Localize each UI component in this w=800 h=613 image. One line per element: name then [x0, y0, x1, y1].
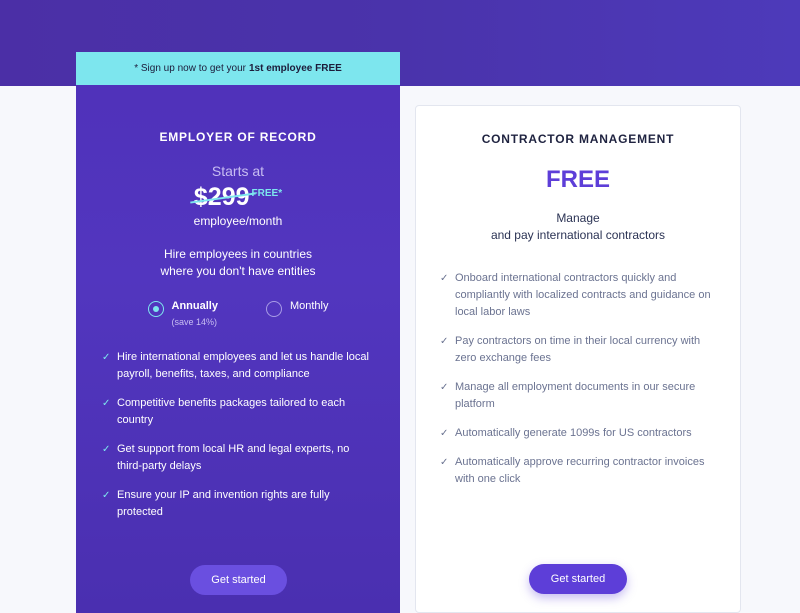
contractor-description: Manage and pay international contractors — [416, 210, 740, 244]
feature-text: Hire international employees and let us … — [117, 351, 369, 380]
check-icon: ✓ — [440, 336, 449, 347]
list-item: ✓ Onboard international contractors quick… — [440, 270, 716, 321]
list-item: ✓ Hire international employees and let us… — [102, 349, 374, 383]
eor-price-row: $299 FREE* — [76, 182, 400, 212]
check-icon: ✓ — [102, 398, 111, 409]
list-item: ✓ Manage all employment documents in our … — [440, 379, 716, 413]
contractor-description-line: and pay international contractors — [490, 228, 666, 242]
contractor-get-started-button[interactable]: Get started — [529, 564, 627, 594]
check-icon: ✓ — [440, 273, 449, 284]
radio-selected-icon[interactable] — [147, 301, 164, 317]
billing-option-monthly[interactable]: Monthly — [265, 300, 329, 327]
eor-title: EMPLOYER OF RECORD — [159, 130, 317, 144]
eor-pricing-card: * Sign up now to get your 1st employee F… — [76, 52, 400, 613]
list-item: ✓ Get support from local HR and legal exp… — [102, 441, 374, 475]
free-price-badge: FREE* — [251, 188, 283, 199]
price-unit: employee/month — [193, 214, 283, 228]
feature-text: Automatically generate 1099s for US cont… — [455, 427, 692, 439]
billing-toggle: Annually (save 14%) Monthly — [76, 300, 400, 327]
contractor-title: CONTRACTOR MANAGEMENT — [481, 132, 675, 146]
starts-at-label: Starts at — [211, 163, 265, 179]
check-icon: ✓ — [102, 352, 111, 363]
check-icon: ✓ — [102, 444, 111, 455]
contractor-description-line: Manage — [556, 211, 600, 225]
list-item: ✓ Competitive benefits packages tailored … — [102, 395, 374, 429]
check-icon: ✓ — [440, 457, 449, 468]
promo-banner-highlight: 1st employee FREE — [248, 63, 342, 74]
feature-text: Automatically approve recurring contract… — [455, 456, 705, 485]
billing-monthly-label: Monthly — [289, 300, 329, 312]
feature-text: Onboard international contractors quickl… — [455, 272, 711, 318]
feature-text: Pay contractors on time in their local c… — [455, 335, 701, 364]
check-icon: ✓ — [440, 382, 449, 393]
contractor-price: FREE — [545, 166, 610, 193]
billing-annually-label: Annually — [171, 300, 218, 312]
list-item: ✓ Automatically approve recurring contrac… — [440, 454, 716, 488]
check-icon: ✓ — [102, 490, 111, 501]
contractor-pricing-card: CONTRACTOR MANAGEMENT FREE Manage and pa… — [415, 105, 741, 613]
billing-option-annually[interactable]: Annually (save 14%) — [147, 300, 218, 327]
eor-get-started-button[interactable]: Get started — [190, 565, 287, 595]
feature-text: Manage all employment documents in our s… — [455, 381, 696, 410]
feature-text: Competitive benefits packages tailored t… — [117, 397, 346, 426]
original-price: $299 — [193, 183, 250, 211]
eor-feature-list: ✓ Hire international employees and let us… — [76, 349, 400, 521]
promo-banner-text: * Sign up now to get your — [134, 63, 246, 74]
eor-description: Hire employees in countries where you do… — [76, 246, 400, 280]
feature-text: Get support from local HR and legal expe… — [117, 443, 350, 472]
list-item: ✓ Ensure your IP and invention rights are… — [102, 487, 374, 521]
check-icon: ✓ — [440, 428, 449, 439]
list-item: ✓ Automatically generate 1099s for US con… — [440, 425, 716, 442]
eor-description-line: where you don't have entities — [160, 264, 316, 278]
feature-text: Ensure your IP and invention rights are … — [117, 489, 330, 518]
billing-savings-note: (save 14%) — [171, 317, 218, 327]
list-item: ✓ Pay contractors on time in their local … — [440, 333, 716, 367]
radio-unselected-icon[interactable] — [265, 301, 282, 317]
contractor-feature-list: ✓ Onboard international contractors quick… — [416, 270, 740, 488]
promo-banner: * Sign up now to get your 1st employee F… — [76, 52, 400, 85]
eor-description-line: Hire employees in countries — [163, 247, 313, 261]
